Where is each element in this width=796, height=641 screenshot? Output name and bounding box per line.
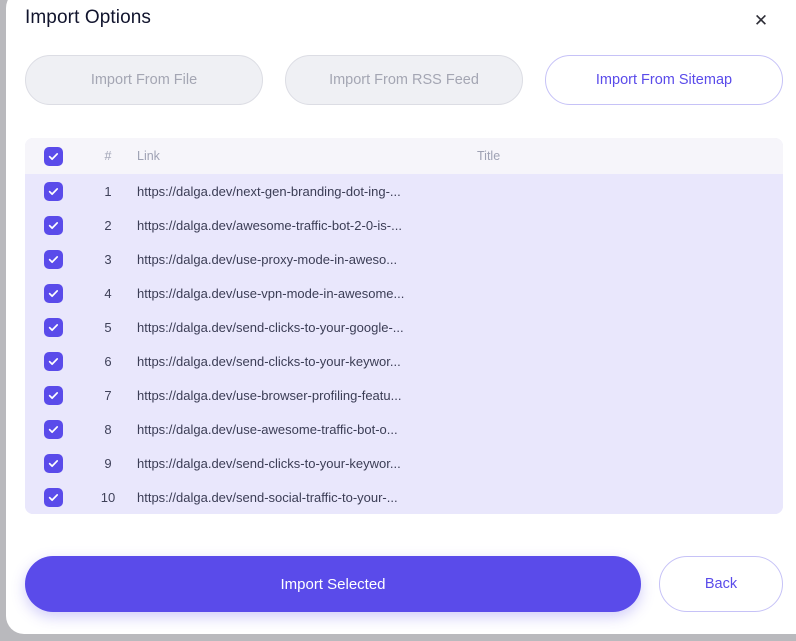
tab-import-from-sitemap[interactable]: Import From Sitemap — [545, 55, 783, 105]
row-checkbox[interactable] — [43, 181, 63, 201]
row-check-cell — [25, 419, 81, 439]
import-selected-button[interactable]: Import Selected — [25, 556, 641, 612]
row-checkbox[interactable] — [43, 317, 63, 337]
table-row[interactable]: 1 https://dalga.dev/next-gen-branding-dot… — [25, 174, 783, 208]
dialog-footer: Import Selected Back — [25, 556, 783, 612]
row-check-cell — [25, 249, 81, 269]
back-button[interactable]: Back — [659, 556, 783, 612]
row-link: https://dalga.dev/use-vpn-mode-in-awesom… — [137, 285, 405, 301]
table-header-row: # Link Title — [25, 138, 783, 174]
table-row[interactable]: 9 https://dalga.dev/send-clicks-to-your-k… — [25, 446, 783, 480]
row-check-cell — [25, 453, 81, 473]
table-row[interactable]: 3 https://dalga.dev/use-proxy-mode-in-awe… — [25, 242, 783, 276]
row-checkbox[interactable] — [43, 249, 63, 269]
row-checkbox[interactable] — [43, 283, 63, 303]
row-number: 6 — [104, 353, 112, 369]
row-checkbox[interactable] — [43, 215, 63, 235]
import-links-table: # Link Title 1 https://dalga.dev/next-gen… — [25, 138, 783, 514]
page-title: Import Options — [25, 7, 152, 28]
row-link: https://dalga.dev/use-browser-profiling-… — [137, 387, 402, 403]
row-number: 8 — [104, 421, 112, 437]
row-link: https://dalga.dev/send-clicks-to-your-go… — [137, 319, 404, 335]
row-check-cell — [25, 385, 81, 405]
row-check-cell — [25, 181, 81, 201]
row-check-cell — [25, 317, 81, 337]
row-number: 7 — [104, 387, 112, 403]
row-link: https://dalga.dev/send-social-traffic-to… — [137, 489, 398, 505]
row-checkbox[interactable] — [43, 385, 63, 405]
table-row[interactable]: 10 https://dalga.dev/send-social-traffic-… — [25, 480, 783, 514]
row-check-cell — [25, 215, 81, 235]
row-number: 4 — [104, 285, 112, 301]
row-link: https://dalga.dev/use-proxy-mode-in-awes… — [137, 251, 398, 267]
table-row[interactable]: 4 https://dalga.dev/use-vpn-mode-in-aweso… — [25, 276, 783, 310]
row-checkbox[interactable] — [43, 487, 63, 507]
row-number: 10 — [100, 489, 116, 505]
row-link: https://dalga.dev/send-clicks-to-your-ke… — [137, 455, 401, 471]
table-row[interactable]: 2 https://dalga.dev/awesome-traffic-bot-2… — [25, 208, 783, 242]
row-number: 5 — [104, 319, 112, 335]
tab-import-from-file[interactable]: Import From File — [25, 55, 263, 105]
row-number: 9 — [104, 455, 112, 471]
row-checkbox[interactable] — [43, 351, 63, 371]
row-link: https://dalga.dev/send-clicks-to-your-ke… — [137, 353, 401, 369]
row-number: 2 — [104, 217, 112, 233]
close-icon[interactable]: ✕ — [748, 7, 774, 33]
import-options-dialog: Import Options ✕ Import From File Import … — [6, 0, 796, 634]
row-link: https://dalga.dev/use-awesome-traffic-bo… — [137, 421, 398, 437]
row-check-cell — [25, 487, 81, 507]
column-header-link: Link — [137, 149, 160, 163]
row-check-cell — [25, 283, 81, 303]
tab-import-from-rss-feed[interactable]: Import From RSS Feed — [285, 55, 523, 105]
select-all-checkbox[interactable] — [43, 146, 63, 166]
select-all-cell — [25, 146, 81, 166]
row-link: https://dalga.dev/next-gen-branding-dot-… — [137, 183, 401, 199]
column-header-title: Title — [477, 149, 501, 163]
row-link: https://dalga.dev/awesome-traffic-bot-2-… — [137, 217, 402, 233]
row-checkbox[interactable] — [43, 419, 63, 439]
import-source-tabs: Import From File Import From RSS Feed Impo… — [25, 55, 783, 105]
row-checkbox[interactable] — [43, 453, 63, 473]
table-row[interactable]: 5 https://dalga.dev/send-clicks-to-your-g… — [25, 310, 783, 344]
table-body: 1 https://dalga.dev/next-gen-branding-dot… — [25, 174, 783, 514]
dialog-header: Import Options ✕ — [6, 0, 796, 50]
column-header-number: # — [104, 149, 112, 163]
table-row[interactable]: 6 https://dalga.dev/send-clicks-to-your-k… — [25, 344, 783, 378]
row-check-cell — [25, 351, 81, 371]
table-row[interactable]: 7 https://dalga.dev/use-browser-profiling… — [25, 378, 783, 412]
table-row[interactable]: 8 https://dalga.dev/use-awesome-traffic-b… — [25, 412, 783, 446]
row-number: 1 — [104, 183, 112, 199]
row-number: 3 — [104, 251, 112, 267]
